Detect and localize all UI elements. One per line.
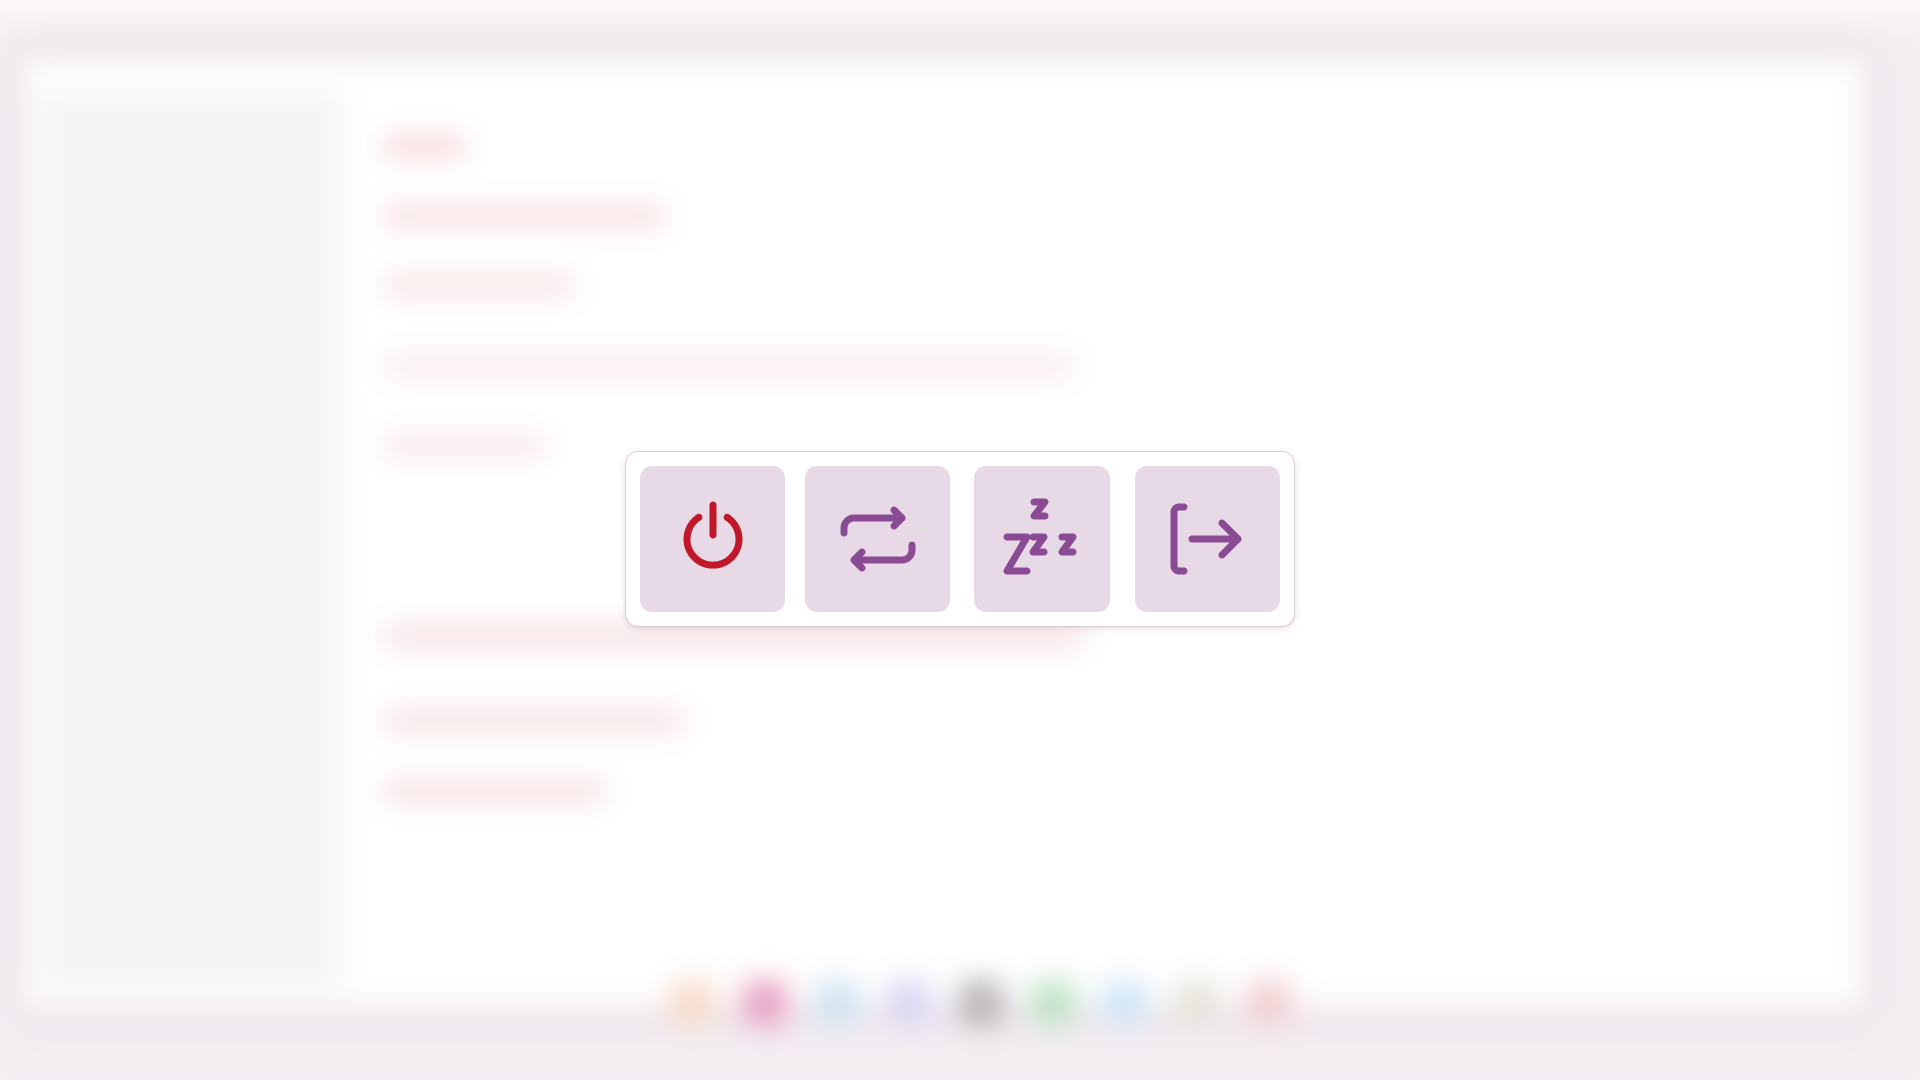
blurred-dock-icon [814, 980, 860, 1026]
restart-icon [840, 506, 915, 572]
suspend-button[interactable] [974, 466, 1110, 612]
blurred-dock-icon [1174, 980, 1220, 1026]
blurred-text-line [384, 783, 604, 799]
blurred-text-line [384, 438, 544, 454]
blurred-text-line [384, 358, 1074, 374]
blurred-text-line [384, 138, 464, 154]
blurred-dock-icon [742, 980, 788, 1026]
blurred-dock-icon [958, 980, 1004, 1026]
blurred-dock-icon [1030, 980, 1076, 1026]
blurred-dock-icon [1246, 980, 1292, 1026]
blurred-text-line [384, 628, 1084, 644]
blurred-dock-icon [886, 980, 932, 1026]
logout-icon [1170, 503, 1241, 575]
blurred-text-line [384, 278, 574, 294]
blurred-dock-icon [1102, 980, 1148, 1026]
blurred-sidebar [40, 90, 340, 990]
blurred-dock-icon [670, 980, 716, 1026]
blurred-text-line [384, 208, 664, 224]
sleep-zzz-icon [1003, 498, 1077, 575]
restart-button[interactable] [805, 466, 950, 612]
blurred-text-line [384, 713, 684, 729]
power-menu-panel [626, 452, 1294, 626]
blurred-top-bar [0, 0, 1920, 20]
logout-button[interactable] [1135, 466, 1280, 612]
shutdown-button[interactable] [640, 466, 785, 612]
screen [0, 0, 1920, 1080]
power-icon [683, 501, 742, 569]
